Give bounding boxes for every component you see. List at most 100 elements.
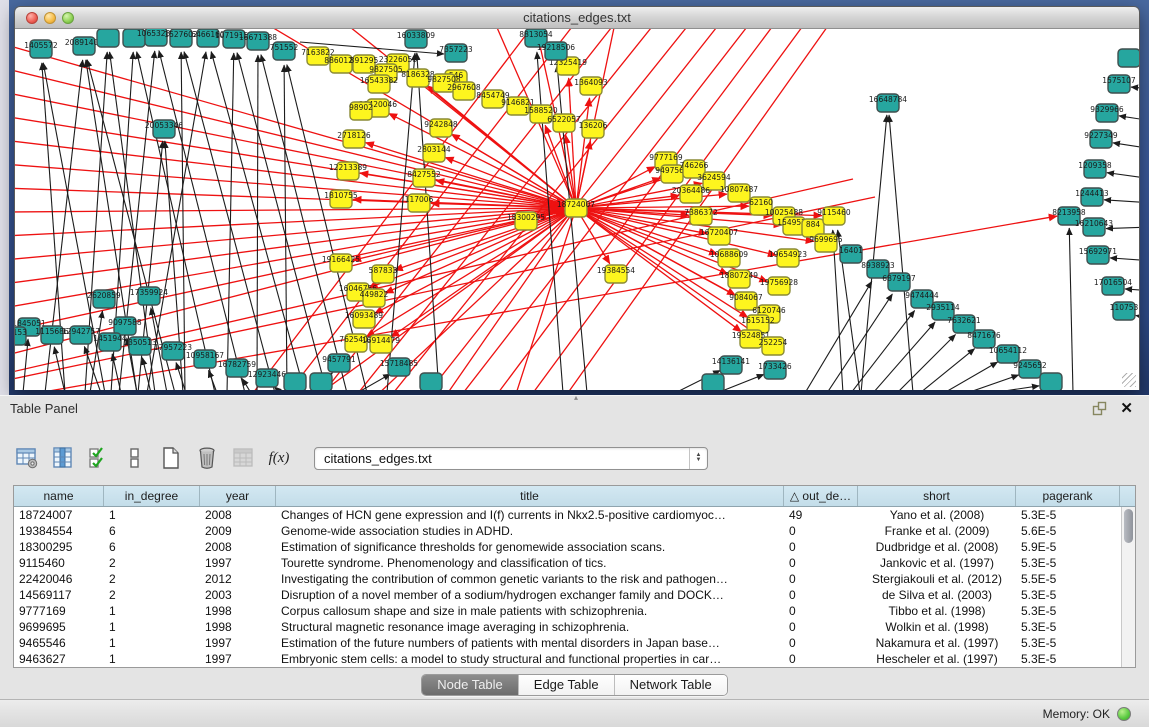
table-cell[interactable]: 5.3E-5 bbox=[1016, 651, 1120, 667]
table-cell[interactable]: 18300295 bbox=[14, 539, 104, 555]
table-row[interactable]: 946554611997Estimation of the future num… bbox=[14, 635, 1135, 651]
table-cell[interactable]: 0 bbox=[784, 571, 858, 587]
graph-node[interactable]: 10688609 bbox=[710, 249, 748, 267]
graph-node[interactable]: 16401 bbox=[839, 245, 863, 263]
graph-node[interactable]: 18807249 bbox=[720, 270, 758, 288]
graph-node[interactable]: 1364093 bbox=[574, 77, 608, 95]
table-cell[interactable]: 2 bbox=[104, 571, 200, 587]
graph-node[interactable]: 9329966 bbox=[1090, 104, 1124, 122]
graph-node[interactable] bbox=[702, 374, 724, 390]
graph-node[interactable]: 110753 bbox=[1110, 302, 1139, 320]
column-header[interactable]: in_degree bbox=[104, 486, 200, 506]
table-select-dropdown[interactable]: citations_edges.txt ▲▼ bbox=[314, 447, 708, 470]
table-cell[interactable]: 49 bbox=[784, 507, 858, 523]
table-cell[interactable]: 1997 bbox=[200, 635, 276, 651]
table-cell[interactable]: Franke et al. (2009) bbox=[858, 523, 1016, 539]
table-scrollbar-thumb[interactable] bbox=[1124, 509, 1133, 543]
graph-node[interactable]: 252254 bbox=[759, 337, 788, 355]
table-cell[interactable]: 0 bbox=[784, 523, 858, 539]
graph-node[interactable]: 20053346 bbox=[145, 120, 183, 138]
table-cell[interactable]: 5.3E-5 bbox=[1016, 587, 1120, 603]
table-cell[interactable]: 2 bbox=[104, 555, 200, 571]
graph-node[interactable]: 19166425 bbox=[322, 254, 360, 272]
graph-node[interactable]: 2718126 bbox=[337, 130, 371, 148]
close-window-button[interactable] bbox=[26, 12, 38, 24]
table-cell[interactable]: Genome-wide association studies in ADHD. bbox=[276, 523, 784, 539]
table-cell[interactable]: Changes of HCN gene expression and I(f) … bbox=[276, 507, 784, 523]
column-header[interactable]: △ out_de… bbox=[784, 486, 858, 506]
graph-node[interactable]: 1575107 bbox=[1102, 75, 1136, 93]
graph-node[interactable]: 16543382 bbox=[360, 75, 398, 93]
float-panel-icon[interactable] bbox=[1092, 401, 1107, 421]
network-canvas[interactable]: 1872400771638228860128891295232260589827… bbox=[15, 29, 1139, 390]
tab-edge-table[interactable]: Edge Table bbox=[519, 675, 615, 695]
table-cell[interactable]: Investigating the contribution of common… bbox=[276, 571, 784, 587]
table-cell[interactable]: 0 bbox=[784, 587, 858, 603]
window-resize-grip[interactable] bbox=[1122, 373, 1136, 387]
table-cell[interactable]: Corpus callosum shape and size in male p… bbox=[276, 603, 784, 619]
graph-node[interactable]: 9699695 bbox=[809, 234, 843, 252]
table-cell[interactable]: de Silva et al. (2003) bbox=[858, 587, 1016, 603]
table-cell[interactable]: Stergiakouli et al. (2012) bbox=[858, 571, 1016, 587]
table-cell[interactable]: 5.3E-5 bbox=[1016, 507, 1120, 523]
graph-node[interactable]: 2803144 bbox=[417, 144, 451, 162]
table-cell[interactable]: 18724007 bbox=[14, 507, 104, 523]
table-cell[interactable]: Embryonic stem cells: a model to study s… bbox=[276, 651, 784, 667]
table-cell[interactable]: 1997 bbox=[200, 555, 276, 571]
select-column-icon[interactable] bbox=[50, 445, 76, 471]
graph-node[interactable]: 1405572 bbox=[24, 40, 58, 58]
graph-node[interactable]: 1209358 bbox=[1078, 160, 1112, 178]
column-header[interactable]: short bbox=[858, 486, 1016, 506]
table-cell[interactable]: 2009 bbox=[200, 523, 276, 539]
table-cell[interactable]: 14569117 bbox=[14, 587, 104, 603]
graph-node[interactable]: 1350513 bbox=[123, 337, 157, 355]
table-cell[interactable]: Structural magnetic resonance image aver… bbox=[276, 619, 784, 635]
graph-node[interactable]: 1451944 bbox=[93, 333, 127, 351]
select-rows-check-icon[interactable] bbox=[86, 445, 112, 471]
network-window-titlebar[interactable]: citations_edges.txt bbox=[15, 7, 1139, 29]
table-row[interactable]: 1872400712008Changes of HCN gene express… bbox=[14, 507, 1135, 523]
table-cell[interactable]: Disruption of a novel member of a sodium… bbox=[276, 587, 784, 603]
table-cell[interactable]: 9463627 bbox=[14, 651, 104, 667]
graph-node[interactable]: 19384554 bbox=[597, 265, 635, 283]
graph-node[interactable]: 98902 bbox=[349, 102, 373, 120]
graph-node[interactable]: 12213389 bbox=[329, 162, 367, 180]
table-cell[interactable]: 0 bbox=[784, 539, 858, 555]
table-cell[interactable]: Dudbridge et al. (2008) bbox=[858, 539, 1016, 555]
table-cell[interactable]: Tourette syndrome. Phenomenology and cla… bbox=[276, 555, 784, 571]
delete-table-icon[interactable] bbox=[194, 445, 220, 471]
graph-node[interactable] bbox=[1040, 373, 1062, 390]
table-cell[interactable]: Nakamura et al. (1997) bbox=[858, 635, 1016, 651]
table-cell[interactable]: 9115460 bbox=[14, 555, 104, 571]
table-row[interactable]: 946362711997Embryonic stem cells: a mode… bbox=[14, 651, 1135, 667]
graph-node[interactable]: 1733426 bbox=[758, 361, 792, 379]
table-cell[interactable]: 0 bbox=[784, 555, 858, 571]
table-cell[interactable]: Hescheler et al. (1997) bbox=[858, 651, 1016, 667]
table-cell[interactable]: 19384554 bbox=[14, 523, 104, 539]
table-settings-icon[interactable] bbox=[14, 445, 40, 471]
table-cell[interactable]: 5.3E-5 bbox=[1016, 619, 1120, 635]
table-cell[interactable]: 1 bbox=[104, 603, 200, 619]
table-cell[interactable]: 5.5E-5 bbox=[1016, 571, 1120, 587]
table-scrollbar[interactable] bbox=[1121, 507, 1135, 667]
table-cell[interactable]: Tibbo et al. (1998) bbox=[858, 603, 1016, 619]
table-cell[interactable]: 2012 bbox=[200, 571, 276, 587]
table-cell[interactable]: 0 bbox=[784, 635, 858, 651]
graph-node[interactable]: 117006 bbox=[405, 194, 434, 212]
table-cell[interactable]: 5.9E-5 bbox=[1016, 539, 1120, 555]
table-cell[interactable]: 6 bbox=[104, 539, 200, 555]
zoom-window-button[interactable] bbox=[62, 12, 74, 24]
graph-node[interactable]: 12923446 bbox=[248, 369, 286, 387]
graph-node[interactable]: 136206 bbox=[579, 120, 608, 138]
table-cell[interactable]: 1 bbox=[104, 635, 200, 651]
graph-node[interactable]: 39153 bbox=[15, 327, 27, 345]
table-row[interactable]: 977716911998Corpus callosum shape and si… bbox=[14, 603, 1135, 619]
table-cell[interactable]: 5.3E-5 bbox=[1016, 603, 1120, 619]
graph-node[interactable]: 751552 bbox=[270, 42, 299, 60]
graph-node[interactable]: 15718485 bbox=[380, 358, 418, 376]
graph-node[interactable]: 1244413 bbox=[1075, 188, 1109, 206]
close-panel-icon[interactable]: ✕ bbox=[1120, 401, 1133, 417]
tab-network-table[interactable]: Network Table bbox=[615, 675, 727, 695]
tab-node-table[interactable]: Node Table bbox=[422, 675, 519, 695]
table-cell[interactable]: 5.3E-5 bbox=[1016, 555, 1120, 571]
